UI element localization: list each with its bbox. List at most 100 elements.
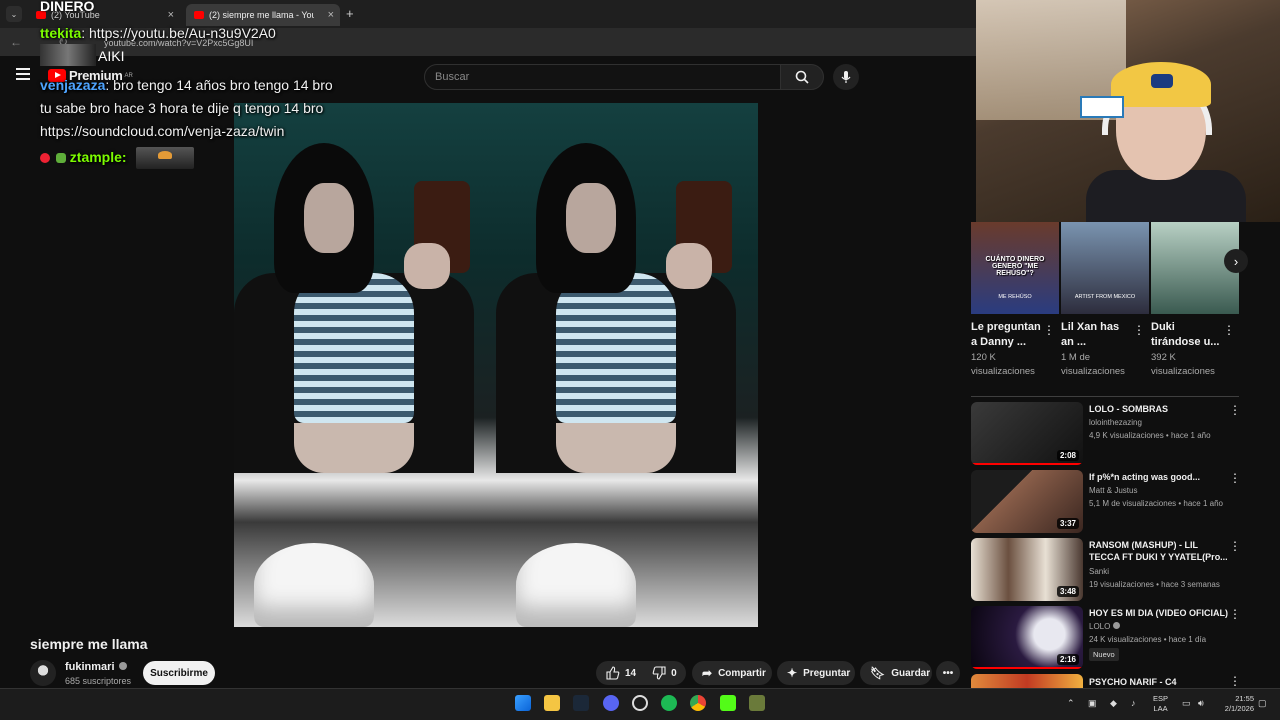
ask-button[interactable]: ✦ Preguntar [777, 661, 855, 685]
clock-time: 21:55 [1235, 694, 1254, 703]
short-title[interactable]: Duki tirándose u... [1151, 320, 1223, 350]
save-label: Guardar [891, 667, 931, 679]
share-label: Compartir [718, 667, 766, 679]
kebab-menu-icon[interactable]: ⋮ [1229, 403, 1241, 417]
kebab-menu-icon[interactable]: ⋮ [1229, 607, 1241, 621]
frog-badge-icon [55, 153, 66, 164]
kebab-menu-icon[interactable]: ⋮ [1229, 539, 1241, 553]
video-frame-right [496, 103, 758, 627]
obs-icon[interactable] [632, 695, 648, 711]
chevron-right-icon[interactable]: › [1224, 249, 1248, 273]
related-thumbnail[interactable]: 2:08 [971, 402, 1083, 465]
channel-avatar[interactable] [30, 660, 56, 686]
kebab-menu-icon[interactable]: ⋮ [1223, 323, 1235, 337]
ask-label: Preguntar [803, 667, 851, 679]
related-thumbnail[interactable]: 2:16 [971, 606, 1083, 669]
tray-app-icon[interactable]: ◆ [1110, 698, 1117, 709]
share-button[interactable]: ➦ Compartir [692, 661, 772, 685]
video-duration: 2:16 [1056, 654, 1079, 665]
spotify-icon[interactable] [661, 695, 677, 711]
kebab-menu-icon[interactable]: ⋮ [1133, 323, 1145, 337]
overlay-label: AIKI [98, 48, 125, 64]
clock-date: 2/1/2026 [1224, 704, 1254, 713]
kebab-menu-icon[interactable]: ⋮ [1229, 471, 1241, 485]
chat-message: ztample: [40, 149, 127, 165]
related-title[interactable]: If p%*n acting was good... [1089, 471, 1229, 483]
like-button[interactable]: 14 [606, 666, 636, 680]
system-clock[interactable]: 21:55 2/1/2026 [1214, 694, 1254, 714]
chat-username: venjazaza [40, 77, 106, 93]
video-duration: 3:37 [1056, 518, 1079, 529]
network-icon[interactable]: ▭ [1182, 698, 1191, 709]
video-frame-left [234, 103, 496, 627]
dislike-count: 0 [671, 667, 677, 679]
sparkle-icon: ✦ [787, 666, 798, 680]
tray-app-icon[interactable]: ▣ [1088, 698, 1097, 709]
language-code: ESP [1153, 694, 1169, 703]
short-views: 120 K visualizaciones [971, 352, 1035, 377]
discord-icon[interactable] [603, 695, 619, 711]
chrome-icon[interactable] [690, 695, 706, 711]
channel-name[interactable]: fukinmari [65, 661, 127, 673]
related-title[interactable]: LOLO - SOMBRAS [1089, 403, 1229, 415]
notifications-icon[interactable]: ▢ [1258, 698, 1267, 709]
language-indicator[interactable]: ESP LAA [1153, 694, 1168, 714]
related-meta: 5,1 M de visualizaciones • hace 1 año [1089, 499, 1223, 508]
short-title[interactable]: Lil Xan has an ... [1061, 320, 1133, 350]
save-button[interactable]: 🔖︎ Guardar [860, 661, 932, 685]
kebab-menu-icon[interactable]: ⋮ [1043, 323, 1055, 337]
short-thumbnail[interactable]: CUÁNTO DINERO GENERÓ "ME REHÚSO"? ME REH… [971, 222, 1059, 314]
tab-current-video[interactable]: (2) siempre me llama - YouTube × [186, 4, 340, 26]
close-tab-icon[interactable]: × [168, 9, 174, 21]
back-icon[interactable]: ← [10, 35, 22, 49]
short-sub-text: ME REHÚSO [998, 294, 1032, 300]
subscribe-button[interactable]: Suscribirme [143, 661, 215, 685]
more-icon: ••• [942, 667, 954, 679]
steam-icon[interactable] [573, 695, 589, 711]
chat-emote-image [136, 147, 194, 169]
related-channel[interactable]: LOLO [1089, 622, 1120, 631]
video-player[interactable] [234, 103, 758, 627]
chat-text: : https://youtu.be/Au-n3u9V2A0 [81, 25, 276, 41]
related-channel[interactable]: Matt & Justus [1089, 486, 1137, 495]
new-badge: Nuevo [1089, 648, 1119, 661]
related-title[interactable]: PSYCHO NARIF - C4 [1089, 676, 1229, 688]
video-duration: 3:48 [1056, 586, 1079, 597]
kick-icon[interactable] [720, 695, 736, 711]
microphone-icon[interactable]: ♪ [1131, 698, 1136, 708]
search-input[interactable]: Buscar [424, 64, 782, 90]
volume-icon[interactable]: 🔊︎ [1198, 698, 1204, 709]
more-actions-button[interactable]: ••• [936, 661, 960, 685]
thumbs-down-icon [652, 666, 666, 680]
short-views: 392 K visualizaciones [1151, 352, 1215, 377]
kebab-menu-icon[interactable]: ⋮ [1229, 674, 1241, 688]
related-thumbnail[interactable] [971, 674, 1083, 688]
chat-message: ttekita: https://youtu.be/Au-n3u9V2A0 [40, 25, 276, 41]
related-title[interactable]: RANSOM (MASHUP) - LIL TECCA FT DUKI Y YY… [1089, 539, 1229, 563]
chevron-up-icon[interactable]: ⌃ [1067, 698, 1075, 709]
file-explorer-icon[interactable] [544, 695, 560, 711]
chat-username: ttekita [40, 25, 82, 41]
windows-start-icon[interactable] [515, 695, 531, 711]
dislike-button[interactable]: 0 [652, 666, 677, 680]
hamburger-menu-icon[interactable] [16, 68, 30, 83]
search-button[interactable] [780, 64, 824, 90]
app-icon[interactable] [749, 695, 765, 711]
short-thumbnail[interactable]: ARTIST FROM MEXICO [1061, 222, 1149, 314]
related-title[interactable]: HOY ES MI DIA (VIDEO OFICIAL) [1089, 607, 1229, 619]
short-title[interactable]: Le preguntan a Danny ... [971, 320, 1043, 350]
watch-progress-bar [971, 463, 1083, 465]
related-thumbnail[interactable]: 3:37 [971, 470, 1083, 533]
new-tab-button[interactable]: + [346, 6, 354, 21]
related-channel[interactable]: Sanki [1089, 567, 1109, 576]
video-duration: 2:08 [1056, 450, 1079, 461]
overlay-top-label: DINERO [40, 0, 95, 14]
voice-search-button[interactable] [833, 64, 859, 90]
tab-title: (2) siempre me llama - YouTube [209, 10, 314, 20]
chat-username: ztample [69, 149, 122, 165]
close-tab-icon[interactable]: × [328, 9, 334, 21]
tab-search-button[interactable]: ⌄ [6, 6, 22, 22]
share-icon: ➦ [702, 666, 713, 680]
related-thumbnail[interactable]: 3:48 [971, 538, 1083, 601]
related-channel[interactable]: lolointhezazing [1089, 418, 1142, 427]
